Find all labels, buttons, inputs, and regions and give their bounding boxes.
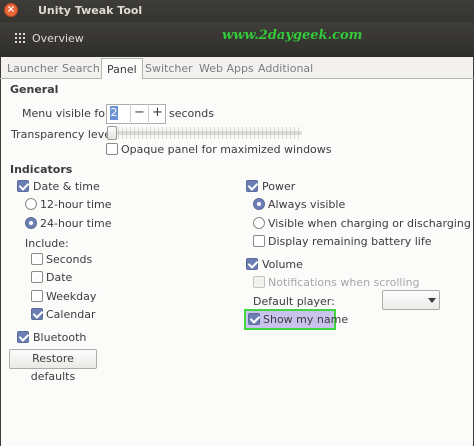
notifications-scrolling-checkbox[interactable] <box>253 276 265 288</box>
power-label: Power <box>262 180 296 193</box>
watermark: www.2daygeek.com <box>222 28 363 43</box>
tab-launcher[interactable]: Launcher <box>7 59 58 79</box>
seconds-checkbox[interactable] <box>31 253 43 265</box>
transparency-label: Transparency level: <box>11 128 118 141</box>
include-label: Include: <box>25 237 69 250</box>
restore-defaults-button[interactable]: Restore defaults <box>9 349 97 383</box>
volume-checkbox[interactable] <box>246 258 258 270</box>
always-visible-label: Always visible <box>268 198 346 211</box>
seconds-label: Seconds <box>46 253 93 266</box>
grid-icon[interactable] <box>15 33 29 43</box>
hour24-label: 24-hour time <box>40 217 112 230</box>
decrement-button[interactable]: − <box>130 104 148 124</box>
tab-additional[interactable]: Additional <box>258 59 313 79</box>
always-visible-radio[interactable] <box>253 198 265 210</box>
hour12-label: 12-hour time <box>40 198 112 211</box>
window-title: Unity Tweak Tool <box>38 4 143 17</box>
indicators-heading: Indicators <box>10 163 73 176</box>
date-time-checkbox[interactable] <box>17 180 29 192</box>
tab-panel[interactable]: Panel <box>101 58 143 79</box>
increment-button[interactable]: + <box>148 104 166 124</box>
weekday-checkbox[interactable] <box>31 290 43 302</box>
show-my-name-label: Show my name <box>263 313 349 326</box>
date-time-label: Date & time <box>33 180 100 193</box>
notifications-scrolling-label: Notifications when scrolling <box>268 276 420 289</box>
hour24-radio[interactable] <box>25 217 37 229</box>
seconds-unit-label: seconds <box>169 107 214 120</box>
default-player-label: Default player: <box>253 295 335 308</box>
visible-charging-label: Visible when charging or discharging <box>268 217 471 230</box>
overview-button[interactable]: Overview <box>32 32 84 45</box>
tab-web-apps[interactable]: Web Apps <box>199 59 254 79</box>
date-checkbox[interactable] <box>31 271 43 283</box>
visible-charging-radio[interactable] <box>253 217 265 229</box>
battery-life-checkbox[interactable] <box>253 235 265 247</box>
bluetooth-checkbox[interactable] <box>17 331 29 343</box>
opaque-panel-label: Opaque panel for maximized windows <box>121 143 332 156</box>
calendar-checkbox[interactable] <box>31 308 43 320</box>
general-heading: General <box>10 83 59 96</box>
weekday-label: Weekday <box>46 290 97 303</box>
power-checkbox[interactable] <box>246 180 258 192</box>
date-label: Date <box>46 271 73 284</box>
menu-visible-value[interactable]: 2 <box>110 106 118 120</box>
menu-visible-label: Menu visible for: <box>22 107 113 120</box>
tab-switcher[interactable]: Switcher <box>145 59 193 79</box>
calendar-label: Calendar <box>46 308 96 321</box>
hour12-radio[interactable] <box>25 198 37 210</box>
close-window-button[interactable]: × <box>4 3 18 17</box>
opaque-panel-checkbox[interactable] <box>106 143 118 155</box>
volume-label: Volume <box>262 258 303 271</box>
bluetooth-label: Bluetooth <box>33 331 87 344</box>
battery-life-label: Display remaining battery life <box>268 235 432 248</box>
show-my-name-checkbox[interactable] <box>248 313 260 325</box>
slider-ticks <box>118 127 302 139</box>
transparency-slider-handle[interactable] <box>107 126 117 140</box>
tab-search[interactable]: Search <box>62 59 100 79</box>
chevron-down-icon <box>428 298 436 303</box>
